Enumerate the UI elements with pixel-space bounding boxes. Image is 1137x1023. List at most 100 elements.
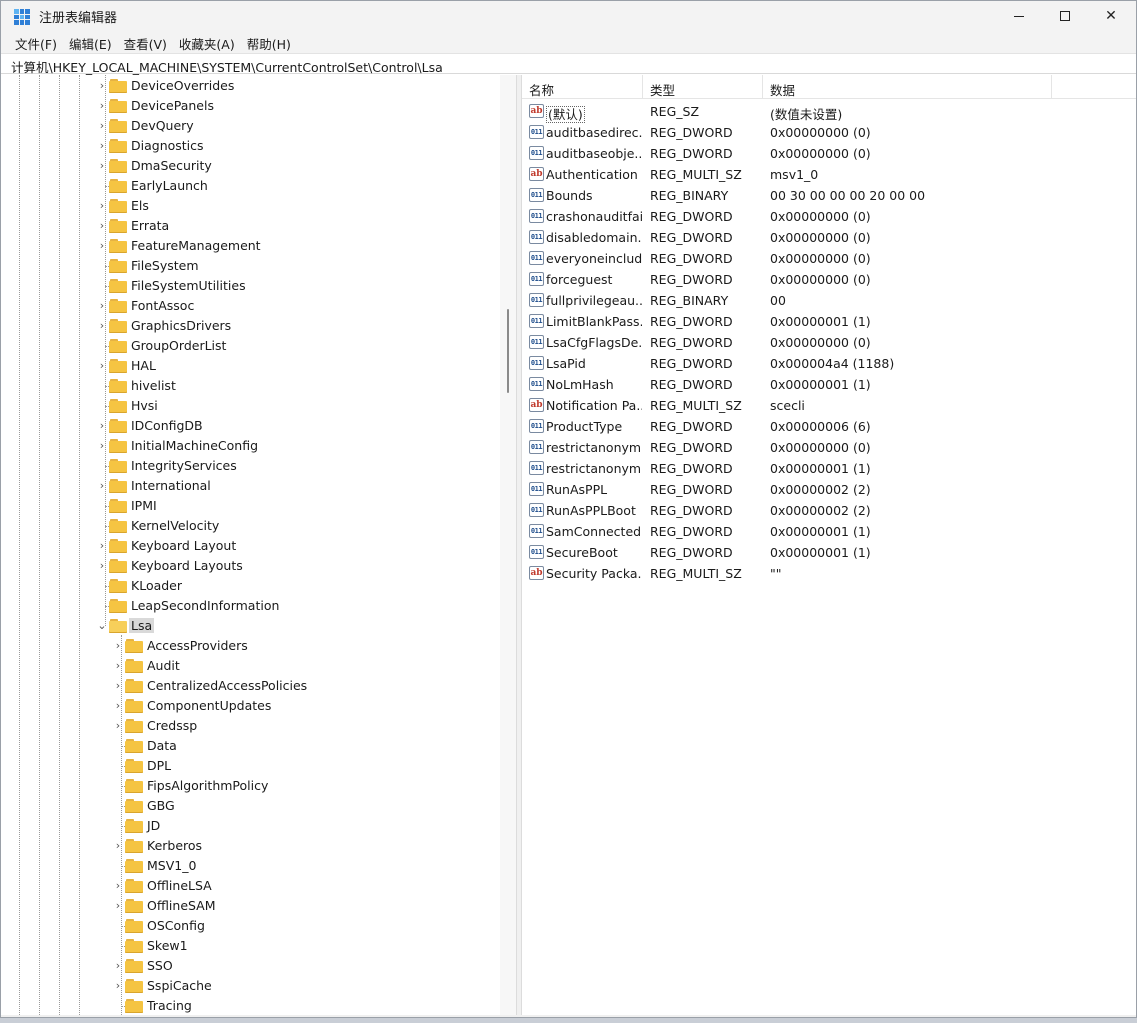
tree-node[interactable]: Data [1,736,499,756]
value-row[interactable]: 011 disabledomain... REG_DWORD 0x00000000 (… [522,227,1136,248]
tree-node[interactable]: › HAL [1,356,499,376]
tree-node-label[interactable]: OSConfig [145,918,207,933]
chevron-right-icon[interactable]: › [113,680,123,692]
tree-node-label[interactable]: hivelist [129,378,178,393]
chevron-right-icon[interactable]: › [97,360,107,372]
value-row[interactable]: ab (默认) REG_SZ (数值未设置) [522,101,1136,123]
tree-node-label[interactable]: JD [145,818,162,833]
menu-file[interactable]: 文件(F) [9,31,63,53]
tree-node-label[interactable]: IDConfigDB [129,418,205,433]
tree-node[interactable]: EarlyLaunch [1,176,499,196]
tree-node[interactable]: KLoader [1,576,499,596]
tree-node-label[interactable]: FontAssoc [129,298,196,313]
chevron-right-icon[interactable]: › [113,980,123,992]
value-row[interactable]: 011 RunAsPPLBoot REG_DWORD 0x00000002 (2) [522,500,1136,521]
tree-node-label[interactable]: Lsa [129,618,155,633]
chevron-right-icon[interactable]: › [113,880,123,892]
tree-node-label[interactable]: EarlyLaunch [129,178,210,193]
tree-node[interactable]: › InitialMachineConfig [1,436,499,456]
tree-node-label[interactable]: Els [129,198,151,213]
value-row[interactable]: ab Security Packa... REG_MULTI_SZ "" [522,563,1136,584]
column-header-name[interactable]: 名称 [522,75,643,99]
tree-node[interactable]: › CentralizedAccessPolicies [1,676,499,696]
tree-node-label[interactable]: Tracing [145,998,194,1013]
tree-node-label[interactable]: IPMI [129,498,159,513]
tree-node-label[interactable]: CentralizedAccessPolicies [145,678,309,693]
value-row[interactable]: 011 auditbaseobje... REG_DWORD 0x00000000 (… [522,143,1136,164]
chevron-right-icon[interactable]: › [97,100,107,112]
tree-node-label[interactable]: Errata [129,218,171,233]
values-list-pane[interactable]: 名称 类型 数据 ab (默认) REG_SZ (数值未设置) 011 auditbase… [522,75,1136,1015]
chevron-right-icon[interactable]: › [97,320,107,332]
value-row[interactable]: 011 SecureBoot REG_DWORD 0x00000001 (1) [522,542,1136,563]
tree-node[interactable]: FileSystemUtilities [1,276,499,296]
value-row[interactable]: 011 forceguest REG_DWORD 0x00000000 (0) [522,269,1136,290]
column-header-data[interactable]: 数据 [763,75,1052,99]
menu-help[interactable]: 帮助(H) [241,31,297,53]
tree-node[interactable]: FipsAlgorithmPolicy [1,776,499,796]
tree-node[interactable]: GroupOrderList [1,336,499,356]
chevron-right-icon[interactable]: › [97,80,107,92]
tree-node[interactable]: › International [1,476,499,496]
tree-node[interactable]: GBG [1,796,499,816]
tree-node[interactable]: LeapSecondInformation [1,596,499,616]
tree-node[interactable]: Tracing [1,996,499,1015]
menu-edit[interactable]: 编辑(E) [63,31,118,53]
chevron-right-icon[interactable]: › [113,960,123,972]
tree-node-label[interactable]: SspiCache [145,978,214,993]
chevron-right-icon[interactable]: › [97,140,107,152]
tree-node-label[interactable]: DevQuery [129,118,196,133]
tree-node[interactable]: DPL [1,756,499,776]
tree-node-label[interactable]: Kerberos [145,838,204,853]
chevron-right-icon[interactable]: › [97,220,107,232]
tree-node-label[interactable]: Keyboard Layouts [129,558,245,573]
value-row[interactable]: 011 ProductType REG_DWORD 0x00000006 (6) [522,416,1136,437]
tree-node[interactable]: › DevQuery [1,116,499,136]
chevron-right-icon[interactable]: › [97,200,107,212]
key-tree-pane[interactable]: › DeviceOverrides › DevicePanels › DevQuery › D… [1,75,516,1015]
tree-node[interactable]: › Kerberos [1,836,499,856]
tree-node[interactable]: › FontAssoc [1,296,499,316]
tree-node-label[interactable]: International [129,478,213,493]
tree-node-label[interactable]: InitialMachineConfig [129,438,260,453]
tree-node[interactable]: FileSystem [1,256,499,276]
chevron-down-icon[interactable]: ⌄ [97,620,107,632]
tree-node[interactable]: › Keyboard Layouts [1,556,499,576]
menu-favorites[interactable]: 收藏夹(A) [173,31,241,53]
tree-node-label[interactable]: Credssp [145,718,199,733]
tree-node[interactable]: Hvsi [1,396,499,416]
tree-node-label[interactable]: OfflineLSA [145,878,214,893]
tree-node-label[interactable]: FileSystemUtilities [129,278,248,293]
chevron-right-icon[interactable]: › [97,440,107,452]
chevron-right-icon[interactable]: › [97,160,107,172]
tree-node[interactable]: JD [1,816,499,836]
tree-node[interactable]: OSConfig [1,916,499,936]
tree-node-label[interactable]: DmaSecurity [129,158,214,173]
tree-node[interactable]: KernelVelocity [1,516,499,536]
tree-node[interactable]: IPMI [1,496,499,516]
value-row[interactable]: 011 NoLmHash REG_DWORD 0x00000001 (1) [522,374,1136,395]
tree-node-label[interactable]: Audit [145,658,182,673]
tree-node[interactable]: › DeviceOverrides [1,76,499,96]
tree-node-label[interactable]: DevicePanels [129,98,216,113]
tree-node-label[interactable]: Diagnostics [129,138,206,153]
value-row[interactable]: 011restrictanonym... REG_DWORD 0x00000000 … [522,437,1136,458]
value-row[interactable]: 011SamConnected... REG_DWORD 0x00000001 (1… [522,521,1136,542]
tree-node[interactable]: › GraphicsDrivers [1,316,499,336]
tree-node[interactable]: ⌄ Lsa [1,616,499,636]
chevron-right-icon[interactable]: › [113,900,123,912]
tree-node-label[interactable]: OfflineSAM [145,898,218,913]
tree-node[interactable]: › Credssp [1,716,499,736]
tree-node[interactable]: › FeatureManagement [1,236,499,256]
tree-node[interactable]: › DevicePanels [1,96,499,116]
tree-scrollbar-thumb[interactable] [507,309,509,393]
tree-node-label[interactable]: FileSystem [129,258,201,273]
chevron-right-icon[interactable]: › [97,540,107,552]
tree-node-label[interactable]: MSV1_0 [145,858,198,873]
tree-node[interactable]: › OfflineLSA [1,876,499,896]
tree-node-label[interactable]: KernelVelocity [129,518,221,533]
chevron-right-icon[interactable]: › [97,120,107,132]
tree-node[interactable]: › Errata [1,216,499,236]
tree-node[interactable]: › AccessProviders [1,636,499,656]
tree-node[interactable]: › SspiCache [1,976,499,996]
